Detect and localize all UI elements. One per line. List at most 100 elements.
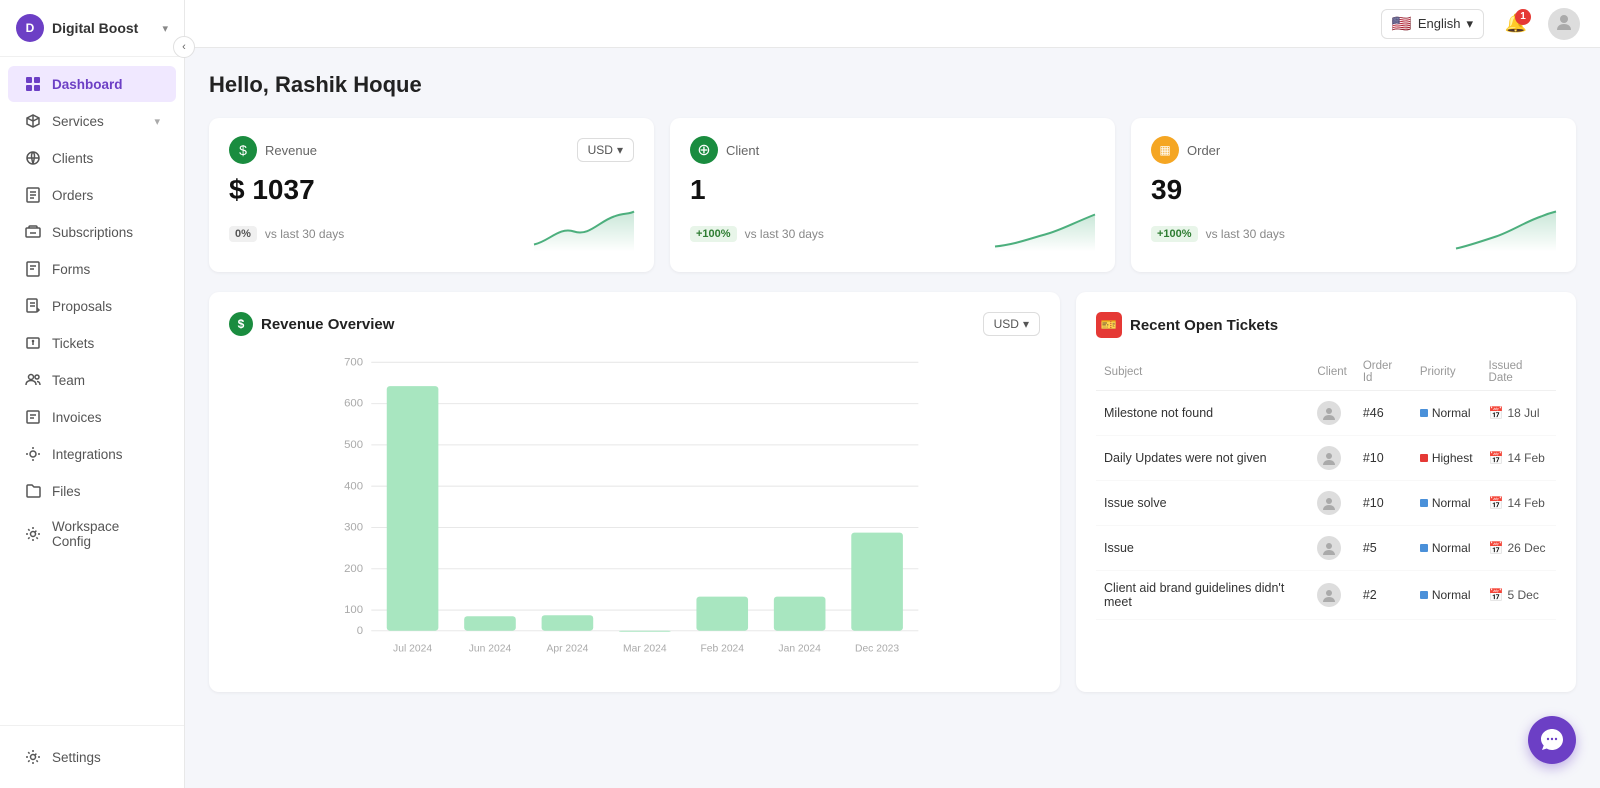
team-icon bbox=[24, 371, 42, 389]
logo[interactable]: D Digital Boost ▾ bbox=[0, 0, 184, 57]
sidebar-item-invoices[interactable]: Invoices bbox=[8, 399, 176, 435]
ticket-date: 📅 26 Dec bbox=[1481, 526, 1556, 571]
priority-dot-icon bbox=[1420, 591, 1428, 599]
sidebar-item-workspace[interactable]: Workspace Config bbox=[8, 510, 176, 558]
sidebar-item-label: Team bbox=[52, 373, 85, 388]
sidebar-item-files[interactable]: Files bbox=[8, 473, 176, 509]
subscriptions-icon bbox=[24, 223, 42, 241]
settings-section: Settings bbox=[0, 725, 184, 788]
dropdown-chevron-icon: ▾ bbox=[617, 143, 623, 157]
proposals-icon bbox=[24, 297, 42, 315]
revenue-overview-currency-dropdown[interactable]: USD ▾ bbox=[983, 312, 1040, 336]
svg-text:Dec 2023: Dec 2023 bbox=[855, 643, 899, 654]
overview-dropdown-chevron-icon: ▾ bbox=[1023, 317, 1029, 331]
sidebar-item-forms[interactable]: Forms bbox=[8, 251, 176, 287]
svg-text:0: 0 bbox=[357, 625, 363, 637]
table-row: Milestone not found #46 Normal 📅 18 J bbox=[1096, 391, 1556, 436]
calendar-icon: 📅 bbox=[1489, 406, 1504, 420]
client-avatar bbox=[1317, 583, 1341, 607]
sidebar-item-subscriptions[interactable]: Subscriptions bbox=[8, 214, 176, 250]
priority-label: Normal bbox=[1432, 406, 1471, 420]
ticket-order-id: #10 bbox=[1355, 481, 1412, 526]
language-selector[interactable]: 🇺🇸 English ▾ bbox=[1381, 9, 1484, 39]
sidebar-item-orders[interactable]: Orders bbox=[8, 177, 176, 213]
ticket-order-id: #5 bbox=[1355, 526, 1412, 571]
table-row: Issue #5 Normal 📅 26 Dec bbox=[1096, 526, 1556, 571]
col-priority: Priority bbox=[1412, 354, 1481, 391]
client-avatar bbox=[1317, 446, 1341, 470]
revenue-overview-title: Revenue Overview bbox=[261, 316, 394, 333]
sidebar-item-dashboard[interactable]: Dashboard bbox=[8, 66, 176, 102]
col-order-id: Order Id bbox=[1355, 354, 1412, 391]
user-avatar-button[interactable] bbox=[1548, 8, 1580, 40]
ticket-priority: Normal bbox=[1412, 391, 1481, 436]
calendar-icon: 📅 bbox=[1489, 451, 1504, 465]
sidebar-item-label: Workspace Config bbox=[52, 519, 160, 549]
sidebar-item-tickets[interactable]: Tickets bbox=[8, 325, 176, 361]
revenue-stat-card: $ Revenue USD ▾ $ 1037 0% vs last 30 day… bbox=[209, 118, 654, 272]
order-badge: +100% bbox=[1151, 226, 1198, 242]
ticket-date: 📅 14 Feb bbox=[1481, 436, 1556, 481]
stats-row: $ Revenue USD ▾ $ 1037 0% vs last 30 day… bbox=[209, 118, 1576, 272]
order-sparkline bbox=[1456, 204, 1556, 254]
revenue-badge: 0% bbox=[229, 226, 257, 242]
ticket-order-id: #46 bbox=[1355, 391, 1412, 436]
date-label: 5 Dec bbox=[1507, 588, 1538, 602]
client-period: vs last 30 days bbox=[745, 227, 824, 241]
invoices-icon bbox=[24, 408, 42, 426]
revenue-currency-dropdown[interactable]: USD ▾ bbox=[577, 138, 634, 162]
grid-icon bbox=[24, 75, 42, 93]
sidebar-item-team[interactable]: Team bbox=[8, 362, 176, 398]
ticket-order-id: #2 bbox=[1355, 571, 1412, 620]
ticket-subject: Client aid brand guidelines didn't meet bbox=[1096, 571, 1309, 620]
client-avatar bbox=[1317, 401, 1341, 425]
svg-text:400: 400 bbox=[344, 480, 363, 492]
svg-text:Jul 2024: Jul 2024 bbox=[393, 643, 432, 654]
bar-jul-2024 bbox=[387, 386, 439, 631]
page-content: Hello, Rashik Hoque $ Revenue USD ▾ $ 10… bbox=[185, 48, 1600, 788]
revenue-period: vs last 30 days bbox=[265, 227, 344, 241]
ticket-priority: Normal bbox=[1412, 481, 1481, 526]
collapse-sidebar-button[interactable]: ‹ bbox=[173, 36, 195, 58]
ticket-priority: Highest bbox=[1412, 436, 1481, 481]
tickets-header-icon: 🎫 bbox=[1096, 312, 1122, 338]
svg-text:500: 500 bbox=[344, 439, 363, 451]
logo-text: Digital Boost bbox=[52, 20, 138, 36]
order-label: Order bbox=[1187, 143, 1220, 158]
sidebar-item-settings[interactable]: Settings bbox=[8, 739, 176, 775]
priority-dot-icon bbox=[1420, 409, 1428, 417]
logo-icon: D bbox=[16, 14, 44, 42]
chevron-down-icon: ▾ bbox=[162, 22, 168, 35]
ticket-date: 📅 14 Feb bbox=[1481, 481, 1556, 526]
bar-mar-2024 bbox=[619, 631, 671, 632]
revenue-label: Revenue bbox=[265, 143, 317, 158]
sidebar-item-clients[interactable]: Clients bbox=[8, 140, 176, 176]
client-label: Client bbox=[726, 143, 759, 158]
sidebar-item-services[interactable]: Services ▾ bbox=[8, 103, 176, 139]
bar-jun-2024 bbox=[464, 616, 516, 630]
tickets-card: 🎫 Recent Open Tickets Subject Client Ord… bbox=[1076, 292, 1576, 692]
page-title: Hello, Rashik Hoque bbox=[209, 72, 1576, 98]
date-label: 14 Feb bbox=[1507, 496, 1544, 510]
notifications-button[interactable]: 🔔 1 bbox=[1500, 8, 1532, 40]
priority-dot-icon bbox=[1420, 544, 1428, 552]
language-label: English bbox=[1418, 16, 1461, 31]
chat-fab-button[interactable] bbox=[1528, 716, 1576, 764]
ticket-client bbox=[1309, 571, 1354, 620]
svg-text:Jun 2024: Jun 2024 bbox=[469, 643, 512, 654]
sidebar-item-proposals[interactable]: Proposals bbox=[8, 288, 176, 324]
tickets-table: Subject Client Order Id Priority Issued … bbox=[1096, 354, 1556, 620]
priority-dot-icon bbox=[1420, 454, 1428, 462]
date-label: 26 Dec bbox=[1507, 541, 1545, 555]
bar-dec-2023 bbox=[851, 533, 903, 631]
table-row: Issue solve #10 Normal 📅 14 Feb bbox=[1096, 481, 1556, 526]
ticket-subject: Milestone not found bbox=[1096, 391, 1309, 436]
client-badge: +100% bbox=[690, 226, 737, 242]
sidebar-item-integrations[interactable]: Integrations bbox=[8, 436, 176, 472]
lang-chevron-icon: ▾ bbox=[1466, 16, 1473, 32]
sidebar-settings-label: Settings bbox=[52, 750, 101, 765]
sidebar-item-label: Integrations bbox=[52, 447, 123, 462]
nav-items: Dashboard Services ▾ Clients bbox=[0, 57, 184, 725]
orders-icon bbox=[24, 186, 42, 204]
overview-currency-label: USD bbox=[994, 317, 1019, 331]
